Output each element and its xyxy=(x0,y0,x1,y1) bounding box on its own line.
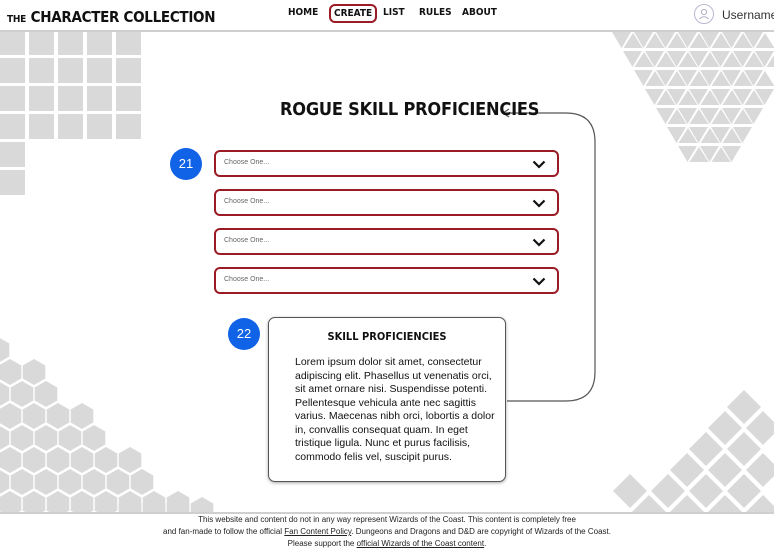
chevron-down-icon xyxy=(532,238,546,247)
footer-line-2: and fan-made to follow the official Fan … xyxy=(0,526,774,538)
footer-text: . xyxy=(484,539,487,548)
step-badge-select: 21 xyxy=(170,148,202,180)
footer-line-1: This website and content do not in any w… xyxy=(198,515,576,524)
skill-select-1[interactable]: Choose One... xyxy=(214,150,559,177)
card-title: SKILL PROFICIENCIES xyxy=(327,330,447,343)
select-placeholder: Choose One... xyxy=(224,237,270,244)
header: THE CHARACTER COLLECTION HOME CREATE LIS… xyxy=(0,0,774,32)
skill-select-2[interactable]: Choose One... xyxy=(214,189,559,216)
chevron-down-icon xyxy=(532,277,546,286)
select-placeholder: Choose One... xyxy=(224,276,270,283)
footer: This website and content do not in any w… xyxy=(0,512,774,553)
nav-rules[interactable]: RULES xyxy=(419,7,452,18)
step-badge-card: 22 xyxy=(228,318,260,350)
user-icon xyxy=(699,8,709,20)
skill-info-card: SKILL PROFICIENCIES Lorem ipsum dolor si… xyxy=(268,317,506,482)
nav-home[interactable]: HOME xyxy=(288,7,318,18)
fan-content-policy-link[interactable]: Fan Content Policy xyxy=(284,527,351,536)
footer-text: . Dungeons and Dragons and D&D are copyr… xyxy=(351,527,611,536)
nav-create[interactable]: CREATE xyxy=(329,4,378,23)
logo-prefix: THE xyxy=(7,14,26,25)
card-body: Lorem ipsum dolor sit amet, consectetur … xyxy=(295,356,495,463)
username-label[interactable]: Username xyxy=(722,8,774,22)
skill-select-4[interactable]: Choose One... xyxy=(214,267,559,294)
logo-title: CHARACTER COLLECTION xyxy=(30,8,216,26)
chevron-down-icon xyxy=(532,199,546,208)
skill-select-3[interactable]: Choose One... xyxy=(214,228,559,255)
chevron-down-icon xyxy=(532,160,546,169)
select-placeholder: Choose One... xyxy=(224,198,270,205)
footer-line-3: Please support the official Wizards of t… xyxy=(0,538,774,550)
footer-text: and fan-made to follow the official xyxy=(163,527,285,536)
nav-about[interactable]: ABOUT xyxy=(462,7,497,18)
wizards-content-link[interactable]: official Wizards of the Coast content xyxy=(357,539,484,548)
select-placeholder: Choose One... xyxy=(224,159,270,166)
footer-text: Please support the xyxy=(287,539,357,548)
page-title: ROGUE SKILL PROFICIENCIES xyxy=(280,99,540,120)
site-logo[interactable]: THE CHARACTER COLLECTION xyxy=(7,7,216,26)
avatar[interactable] xyxy=(694,4,714,24)
nav-list[interactable]: LIST xyxy=(383,7,405,18)
